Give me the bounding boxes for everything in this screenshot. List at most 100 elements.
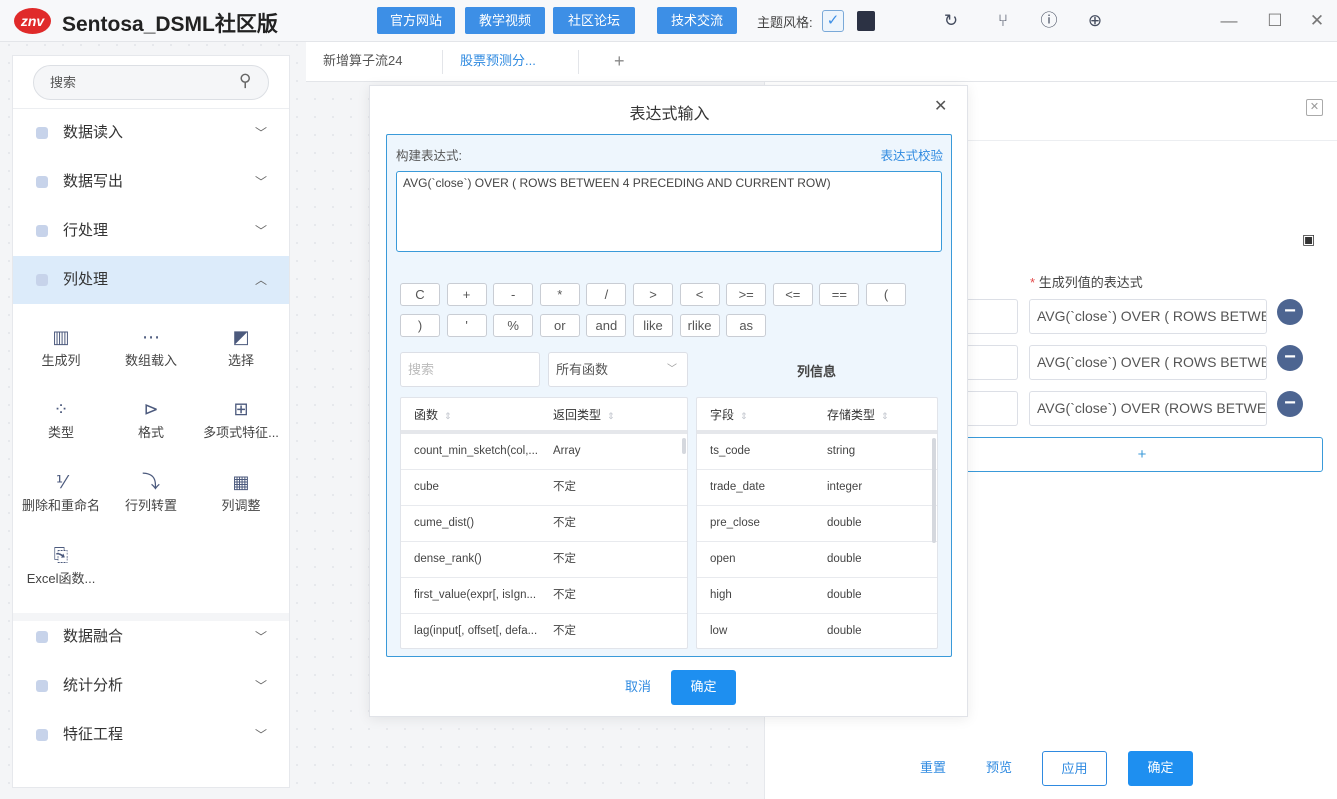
expression-input[interactable]: AVG(`close`) OVER ( ROWS BETWEE bbox=[1029, 299, 1267, 334]
column-name-input[interactable] bbox=[961, 345, 1018, 380]
maximize-icon[interactable]: ☐ bbox=[1265, 11, 1285, 31]
scrollbar[interactable] bbox=[682, 438, 686, 454]
help-icon[interactable]: ⓘ bbox=[1039, 11, 1059, 31]
forum-button[interactable]: 社区论坛 bbox=[553, 7, 635, 34]
expression-textarea[interactable]: AVG(`close`) OVER ( ROWS BETWEEN 4 PRECE… bbox=[396, 171, 942, 252]
table-row[interactable]: trade_date integer bbox=[697, 470, 937, 506]
table-row[interactable]: lag(input[, offset[, defa... 不定 bbox=[401, 614, 687, 648]
tool-type[interactable]: ⁘ 类型 bbox=[16, 396, 106, 441]
menu-data-input[interactable]: 数据读入 ﹀ bbox=[13, 109, 289, 157]
menu-data-output[interactable]: 数据写出 ﹀ bbox=[13, 158, 289, 206]
operator-button[interactable]: ' bbox=[446, 314, 487, 337]
panel-close-icon[interactable]: ✕ bbox=[1306, 99, 1323, 116]
tool-column-adjust[interactable]: ▦ 列调整 bbox=[196, 469, 286, 514]
tab-new-flow[interactable]: 新增算子流24 bbox=[323, 42, 402, 82]
operator-button[interactable]: >= bbox=[726, 283, 767, 306]
globe-icon[interactable]: ⊕ bbox=[1085, 11, 1105, 31]
operator-button[interactable]: - bbox=[493, 283, 534, 306]
theme-light-checkbox[interactable]: ✓ bbox=[822, 10, 844, 32]
menu-data-fusion[interactable]: 数据融合 ﹀ bbox=[13, 613, 289, 661]
operator-button[interactable]: > bbox=[633, 283, 673, 306]
tech-exchange-button[interactable]: 技术交流 bbox=[657, 7, 737, 34]
sidebar-search-input[interactable]: 搜索 bbox=[33, 65, 269, 100]
header-col-2[interactable]: 存储类型 ⇕ bbox=[827, 398, 889, 433]
remove-row-button[interactable]: − bbox=[1277, 345, 1303, 371]
chevron-down-icon: ﹀ bbox=[667, 364, 677, 375]
dialog-cancel-button[interactable]: 取消 bbox=[618, 670, 658, 705]
operator-button[interactable]: == bbox=[819, 283, 860, 306]
table-row[interactable]: low double bbox=[697, 614, 937, 648]
tool-array-load[interactable]: ⋯ 数组载入 bbox=[106, 324, 196, 369]
add-tab-button[interactable]: + bbox=[614, 42, 625, 82]
operator-button[interactable]: ( bbox=[866, 283, 906, 306]
operator-button[interactable]: and bbox=[586, 314, 627, 337]
reset-button[interactable]: 重置 bbox=[913, 751, 953, 786]
tab-stock-prediction[interactable]: 股票预测分... bbox=[460, 42, 536, 82]
cell-name: count_min_sketch(col,... bbox=[414, 445, 539, 457]
table-row[interactable]: open double bbox=[697, 542, 937, 578]
operator-button[interactable]: <= bbox=[772, 283, 813, 306]
table-row[interactable]: cube 不定 bbox=[401, 470, 687, 506]
theme-dark-swatch[interactable] bbox=[857, 11, 875, 31]
operator-button[interactable]: * bbox=[539, 283, 580, 306]
dialog-confirm-button[interactable]: 确定 bbox=[671, 670, 736, 705]
operator-button[interactable]: as bbox=[726, 314, 767, 337]
table-row[interactable]: high double bbox=[697, 578, 937, 614]
close-icon[interactable]: ✕ bbox=[1307, 11, 1327, 31]
tool-delete-rename[interactable]: ⅟ 删除和重命名 bbox=[16, 469, 106, 514]
search-icon[interactable]: ⚲ bbox=[239, 71, 251, 91]
operator-button[interactable]: like bbox=[633, 314, 673, 337]
operator-button[interactable]: or bbox=[539, 314, 580, 337]
table-row[interactable]: ts_code string bbox=[697, 434, 937, 470]
expand-icon[interactable]: ▣ bbox=[1302, 231, 1315, 248]
operator-button[interactable]: rlike bbox=[679, 314, 720, 337]
refresh-icon[interactable]: ↻ bbox=[941, 11, 961, 31]
minimize-icon[interactable]: — bbox=[1219, 11, 1239, 31]
menu-row-processing[interactable]: 行处理 ﹀ bbox=[13, 207, 289, 255]
operator-button[interactable]: % bbox=[493, 314, 534, 337]
dialog-close-icon[interactable]: ✕ bbox=[934, 96, 947, 116]
table-row[interactable]: dense_rank() 不定 bbox=[401, 542, 687, 578]
tool-excel-functions[interactable]: ⎘ Excel函数... bbox=[16, 542, 106, 587]
operator-button[interactable]: < bbox=[679, 283, 720, 306]
tool-transpose[interactable]: ⤵ 行列转置 bbox=[106, 469, 196, 514]
menu-feature-engineering[interactable]: 特征工程 ﹀ bbox=[13, 711, 289, 759]
validate-expression-link[interactable]: 表达式校验 bbox=[880, 145, 943, 164]
preview-button[interactable]: 预览 bbox=[979, 751, 1019, 786]
tool-format[interactable]: ⊳ 格式 bbox=[106, 396, 196, 441]
table-row[interactable]: pre_close double bbox=[697, 506, 937, 542]
function-search-input[interactable]: 搜索 bbox=[400, 352, 540, 387]
column-name-input[interactable] bbox=[961, 299, 1018, 334]
menu-statistics[interactable]: 统计分析 ﹀ bbox=[13, 662, 289, 710]
operator-button[interactable]: ) bbox=[400, 314, 440, 337]
remove-row-button[interactable]: − bbox=[1277, 299, 1303, 325]
operator-button[interactable]: / bbox=[586, 283, 627, 306]
column-name-input[interactable] bbox=[961, 391, 1018, 426]
panel-confirm-button[interactable]: 确定 bbox=[1128, 751, 1193, 786]
expression-column-label: * 生成列值的表达式 bbox=[1030, 272, 1143, 291]
header-col-2[interactable]: 返回类型 ⇕ bbox=[553, 398, 615, 433]
tool-polynomial-features[interactable]: ⊞ 多项式特征... bbox=[196, 396, 286, 441]
table-row[interactable]: first_value(expr[, isIgn... 不定 bbox=[401, 578, 687, 614]
add-row-button[interactable]: + bbox=[961, 437, 1323, 472]
tutorial-video-button[interactable]: 教学视频 bbox=[465, 7, 545, 34]
cell-name: cube bbox=[414, 481, 439, 493]
remove-row-button[interactable]: − bbox=[1277, 391, 1303, 417]
apply-button[interactable]: 应用 bbox=[1042, 751, 1107, 786]
tool-select[interactable]: ◩ 选择 bbox=[196, 324, 286, 369]
operator-button[interactable]: + bbox=[446, 283, 487, 306]
expression-input[interactable]: AVG(`close`) OVER ( ROWS BETWEE bbox=[1029, 345, 1267, 380]
menu-column-processing[interactable]: 列处理 ︿ bbox=[13, 256, 289, 304]
table-row[interactable]: count_min_sketch(col,... Array bbox=[401, 434, 687, 470]
operator-button[interactable]: C bbox=[400, 283, 440, 306]
branch-icon[interactable]: ⑂ bbox=[993, 11, 1013, 31]
official-site-button[interactable]: 官方网站 bbox=[377, 7, 455, 34]
scrollbar[interactable] bbox=[932, 438, 936, 543]
header-col-1[interactable]: 函数 ⇕ bbox=[414, 398, 452, 433]
tool-generate-column[interactable]: ▥ 生成列 bbox=[16, 324, 106, 369]
expression-input[interactable]: AVG(`close`) OVER (ROWS BETWEE bbox=[1029, 391, 1267, 426]
header-label: 返回类型 bbox=[553, 408, 602, 422]
table-row[interactable]: cume_dist() 不定 bbox=[401, 506, 687, 542]
function-filter-select[interactable]: 所有函数 ﹀ bbox=[548, 352, 688, 387]
header-col-1[interactable]: 字段 ⇕ bbox=[710, 398, 748, 433]
